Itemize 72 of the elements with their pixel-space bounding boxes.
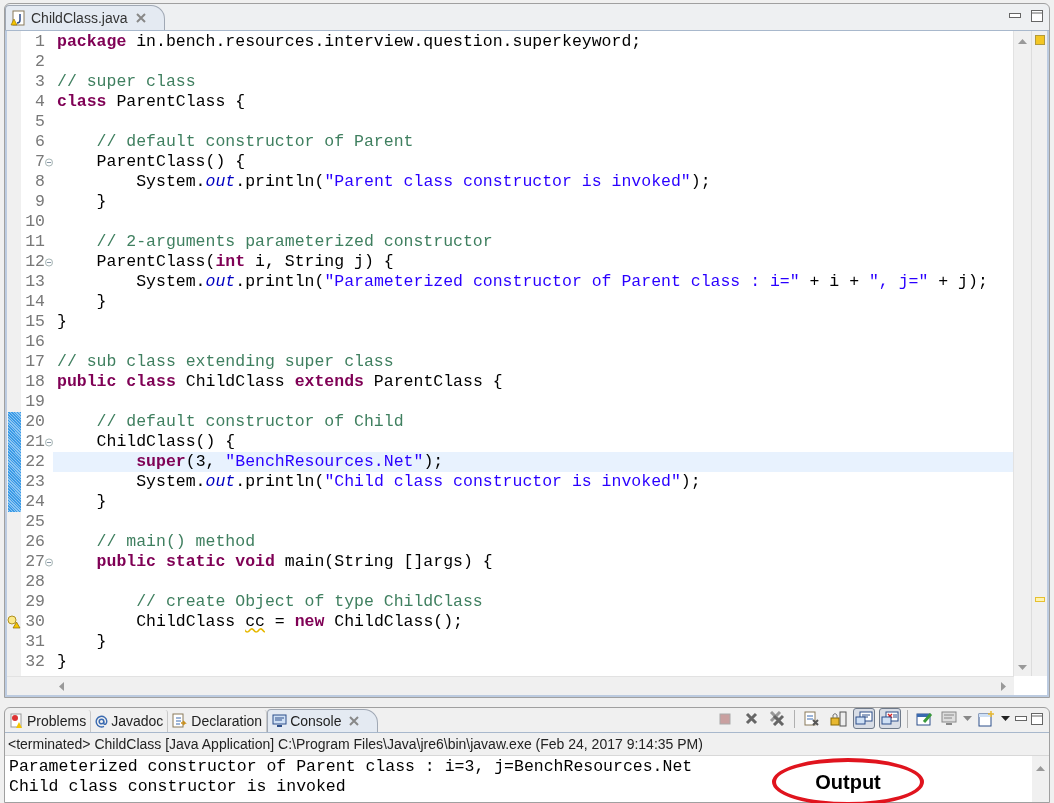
minimize-icon[interactable]: [1015, 715, 1027, 722]
panel-tab[interactable]: Declaration: [168, 710, 268, 732]
fold-icon[interactable]: [45, 257, 53, 267]
remove-all-icon: [769, 711, 785, 726]
close-icon[interactable]: [136, 13, 147, 23]
code-line: ChildClass() {: [95, 432, 236, 451]
code-line: }: [95, 192, 107, 211]
code-line: }: [95, 492, 107, 511]
code-line: // main() method: [95, 532, 256, 551]
caret-icon: [963, 716, 972, 721]
maximize-icon[interactable]: [1031, 712, 1043, 725]
code-line: // sub class extending super class: [57, 352, 394, 371]
code-line: // 2-arguments parameterized constructor: [95, 232, 493, 251]
scroll-lock-icon: [829, 710, 847, 727]
minimize-icon[interactable]: [1009, 13, 1021, 19]
code-line: // default constructor of Parent: [95, 132, 414, 151]
monitor-icon: [881, 710, 899, 727]
warning-ruler-marker[interactable]: [1035, 597, 1045, 602]
vertical-scrollbar[interactable]: [1032, 756, 1049, 802]
code-line: // super class: [57, 72, 196, 91]
console-output-line: Child class constructor is invoked: [9, 777, 346, 797]
panel-tab[interactable]: Javadoc: [91, 710, 169, 732]
panel-tab[interactable]: Problems: [5, 710, 92, 732]
code-line: // create Object of type ChildClass: [135, 592, 483, 611]
code-line: }: [95, 292, 107, 311]
stop-icon: [719, 712, 731, 725]
monitor-icon: [272, 713, 288, 729]
clear-console-icon: [804, 710, 820, 727]
code-line: System.out.println("Child class constructor is invoked");: [135, 472, 701, 491]
code-line: }: [57, 312, 67, 331]
vertical-scrollbar[interactable]: [1013, 31, 1031, 676]
code-line: ParentClass() {: [95, 152, 246, 171]
monitor-icon: [855, 710, 873, 727]
fold-icon[interactable]: [45, 557, 53, 567]
toolbar-button[interactable]: [977, 708, 1011, 729]
panel-tab[interactable]: Console: [267, 709, 378, 732]
scroll-left-icon[interactable]: [59, 681, 64, 691]
output-annotation: Output: [772, 758, 924, 803]
scroll-up-icon[interactable]: [1018, 39, 1027, 44]
code-line: }: [95, 632, 107, 651]
console-header: <terminated> ChildClass [Java Application] C:\Program Files\Java\jre6\bin\javaw.exe (Feb 24, 2017 9:14:35 PM): [8, 736, 703, 752]
fold-icon[interactable]: [45, 157, 53, 167]
editor-tab[interactable]: ChildClass.java: [5, 5, 166, 30]
warning-summary-marker[interactable]: [1035, 35, 1045, 45]
caret-icon: [1001, 716, 1010, 721]
code-line: public class ChildClass extends ParentClass {: [57, 372, 503, 391]
code-line: public static void main(String []args) {: [95, 552, 493, 571]
console-output-line: Parameterized constructor of Parent class : i=3, j=BenchResources.Net: [9, 757, 693, 777]
remove-icon: [744, 712, 758, 725]
scroll-right-icon[interactable]: [1001, 681, 1006, 691]
pin-icon: [916, 710, 934, 727]
code-line: package in.bench.resources.interview.question.superkeyword;: [57, 32, 642, 51]
code-line: ParentClass(int i, String j) {: [95, 252, 394, 271]
code-line: System.out.println("Parameterized constructor of Parent class : i=" + i + ", j=" + j);: [135, 272, 988, 291]
code-line: ChildClass cc = new ChildClass();: [135, 612, 463, 631]
java-file-icon: [10, 10, 26, 26]
code-line: System.out.println("Parent class constructor is invoked");: [135, 172, 711, 191]
horizontal-scrollbar[interactable]: [7, 676, 1014, 695]
code-line: super(3, "BenchResources.Net");: [135, 452, 444, 471]
fold-icon[interactable]: [45, 437, 53, 447]
declaration-icon: [172, 713, 189, 729]
close-icon[interactable]: [348, 716, 359, 726]
new-console-icon: [978, 710, 995, 727]
monitor-icon: [941, 711, 957, 726]
at-sign-icon: [95, 714, 109, 728]
code-line: class ParentClass {: [57, 92, 246, 111]
code-line: }: [57, 652, 67, 671]
maximize-icon[interactable]: [1031, 10, 1043, 22]
scroll-down-icon[interactable]: [1018, 665, 1027, 670]
scroll-up-icon[interactable]: [1036, 766, 1045, 771]
problems-icon: [9, 713, 24, 729]
code-line: // default constructor of Child: [95, 412, 404, 431]
